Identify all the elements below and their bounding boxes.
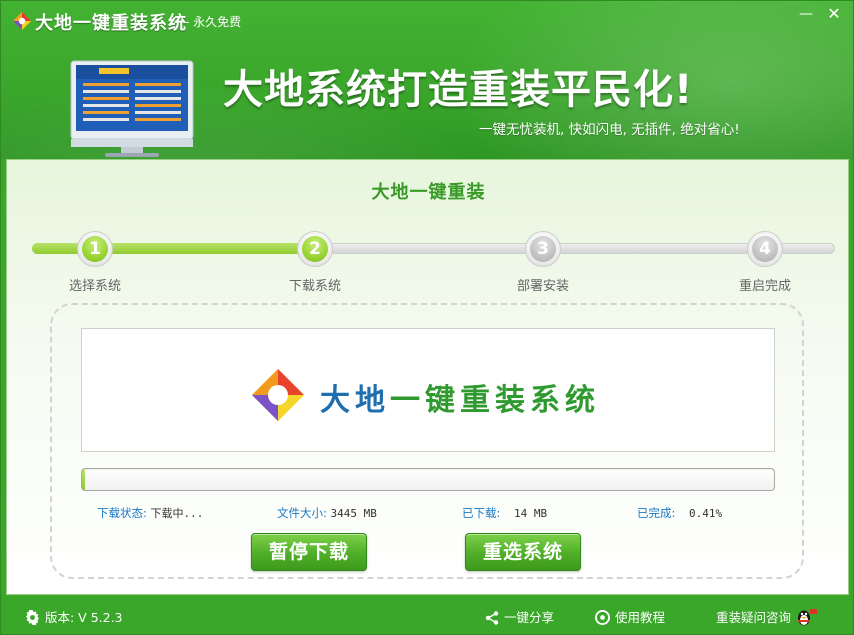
- step-2-number: 2: [302, 236, 328, 262]
- slogan: 大地系统打造重装平民化!: [223, 67, 694, 113]
- tagline: 一键无忧装机, 快如闪电, 无插件, 绝对省心!: [479, 122, 740, 138]
- step-2-indicator: 2: [297, 231, 333, 267]
- banner-text-green: 一键重装系统: [390, 383, 600, 418]
- minimize-button[interactable]: —: [797, 7, 815, 21]
- reselect-system-button[interactable]: 重选系统: [465, 533, 581, 571]
- status-downloaded-value: 14 MB: [514, 507, 548, 520]
- app-subtitle: - 永久免费: [185, 15, 242, 29]
- step-2-label: 下载系统: [288, 279, 341, 294]
- status-state: 下载状态: 下载中...: [97, 505, 203, 521]
- version-info: 版本: V 5.2.3: [25, 607, 123, 626]
- footer-bar: 版本: V 5.2.3 一键分享 使用教程 重装疑问咨询: [1, 596, 853, 634]
- step-4-indicator: 4: [747, 231, 783, 267]
- share-link[interactable]: 一键分享: [485, 607, 554, 626]
- consult-text: 重装疑问咨询: [716, 610, 792, 625]
- consult-link[interactable]: 重装疑问咨询: [716, 607, 818, 627]
- status-state-value: 下载中...: [150, 507, 204, 520]
- qq-penguin-icon: [798, 609, 818, 626]
- page-title: 大地一键重装: [371, 182, 486, 203]
- status-downloaded-label: 已下载:: [462, 506, 501, 520]
- pause-download-button[interactable]: 暂停下载: [251, 533, 367, 571]
- brand-logo-icon: [252, 369, 304, 421]
- status-complete-label: 已完成:: [637, 506, 676, 520]
- status-state-label: 下载状态:: [97, 506, 147, 520]
- step-1-label: 选择系统: [68, 279, 121, 294]
- step-3-indicator: 3: [525, 231, 561, 267]
- download-progress-fill: [82, 469, 85, 490]
- share-icon: [485, 611, 499, 625]
- banner-text: 大地一键重装系统: [320, 375, 600, 419]
- step-1-indicator: 1: [77, 231, 113, 267]
- tutorial-icon: [595, 610, 610, 625]
- status-downloaded: 已下载: 14 MB: [462, 505, 547, 521]
- close-button[interactable]: ✕: [825, 6, 843, 22]
- monitor-illustration: [70, 60, 194, 157]
- tutorial-link[interactable]: 使用教程: [595, 607, 665, 626]
- download-progress-bar: [81, 468, 775, 491]
- step-4-number: 4: [752, 236, 778, 262]
- status-size: 文件大小: 3445 MB: [277, 505, 377, 521]
- step-4-label: 重启完成: [738, 279, 791, 294]
- app-title: 大地一键重装系统: [35, 13, 187, 34]
- step-track-fill: [32, 243, 322, 254]
- share-text: 一键分享: [504, 610, 555, 625]
- gear-icon: [25, 609, 40, 626]
- status-size-label: 文件大小:: [277, 506, 327, 520]
- status-complete-value: 0.41%: [689, 507, 723, 520]
- app-logo-icon: [13, 12, 31, 30]
- step-3-label: 部署安装: [516, 279, 569, 294]
- step-3-number: 3: [530, 236, 556, 262]
- header-banner: 大地一键重装系统 - 永久免费 — ✕ 大地系统打造重装平民化! 一键无忧装机,…: [1, 1, 853, 159]
- version-text: 版本: V 5.2.3: [45, 610, 123, 625]
- main-content: 大地一键重装 1 选择系统 2 下载系统 3 部署安装 4 重启完成 大地一键重…: [6, 159, 849, 595]
- app-window: 大地一键重装系统 - 永久免费 — ✕ 大地系统打造重装平民化! 一键无忧装机,…: [0, 0, 854, 635]
- product-banner: 大地一键重装系统: [81, 328, 775, 452]
- status-complete: 已完成: 0.41%: [637, 505, 722, 521]
- banner-text-blue: 大地: [320, 383, 390, 418]
- tutorial-text: 使用教程: [615, 610, 666, 625]
- status-size-value: 3445 MB: [330, 507, 377, 520]
- step-1-number: 1: [82, 236, 108, 262]
